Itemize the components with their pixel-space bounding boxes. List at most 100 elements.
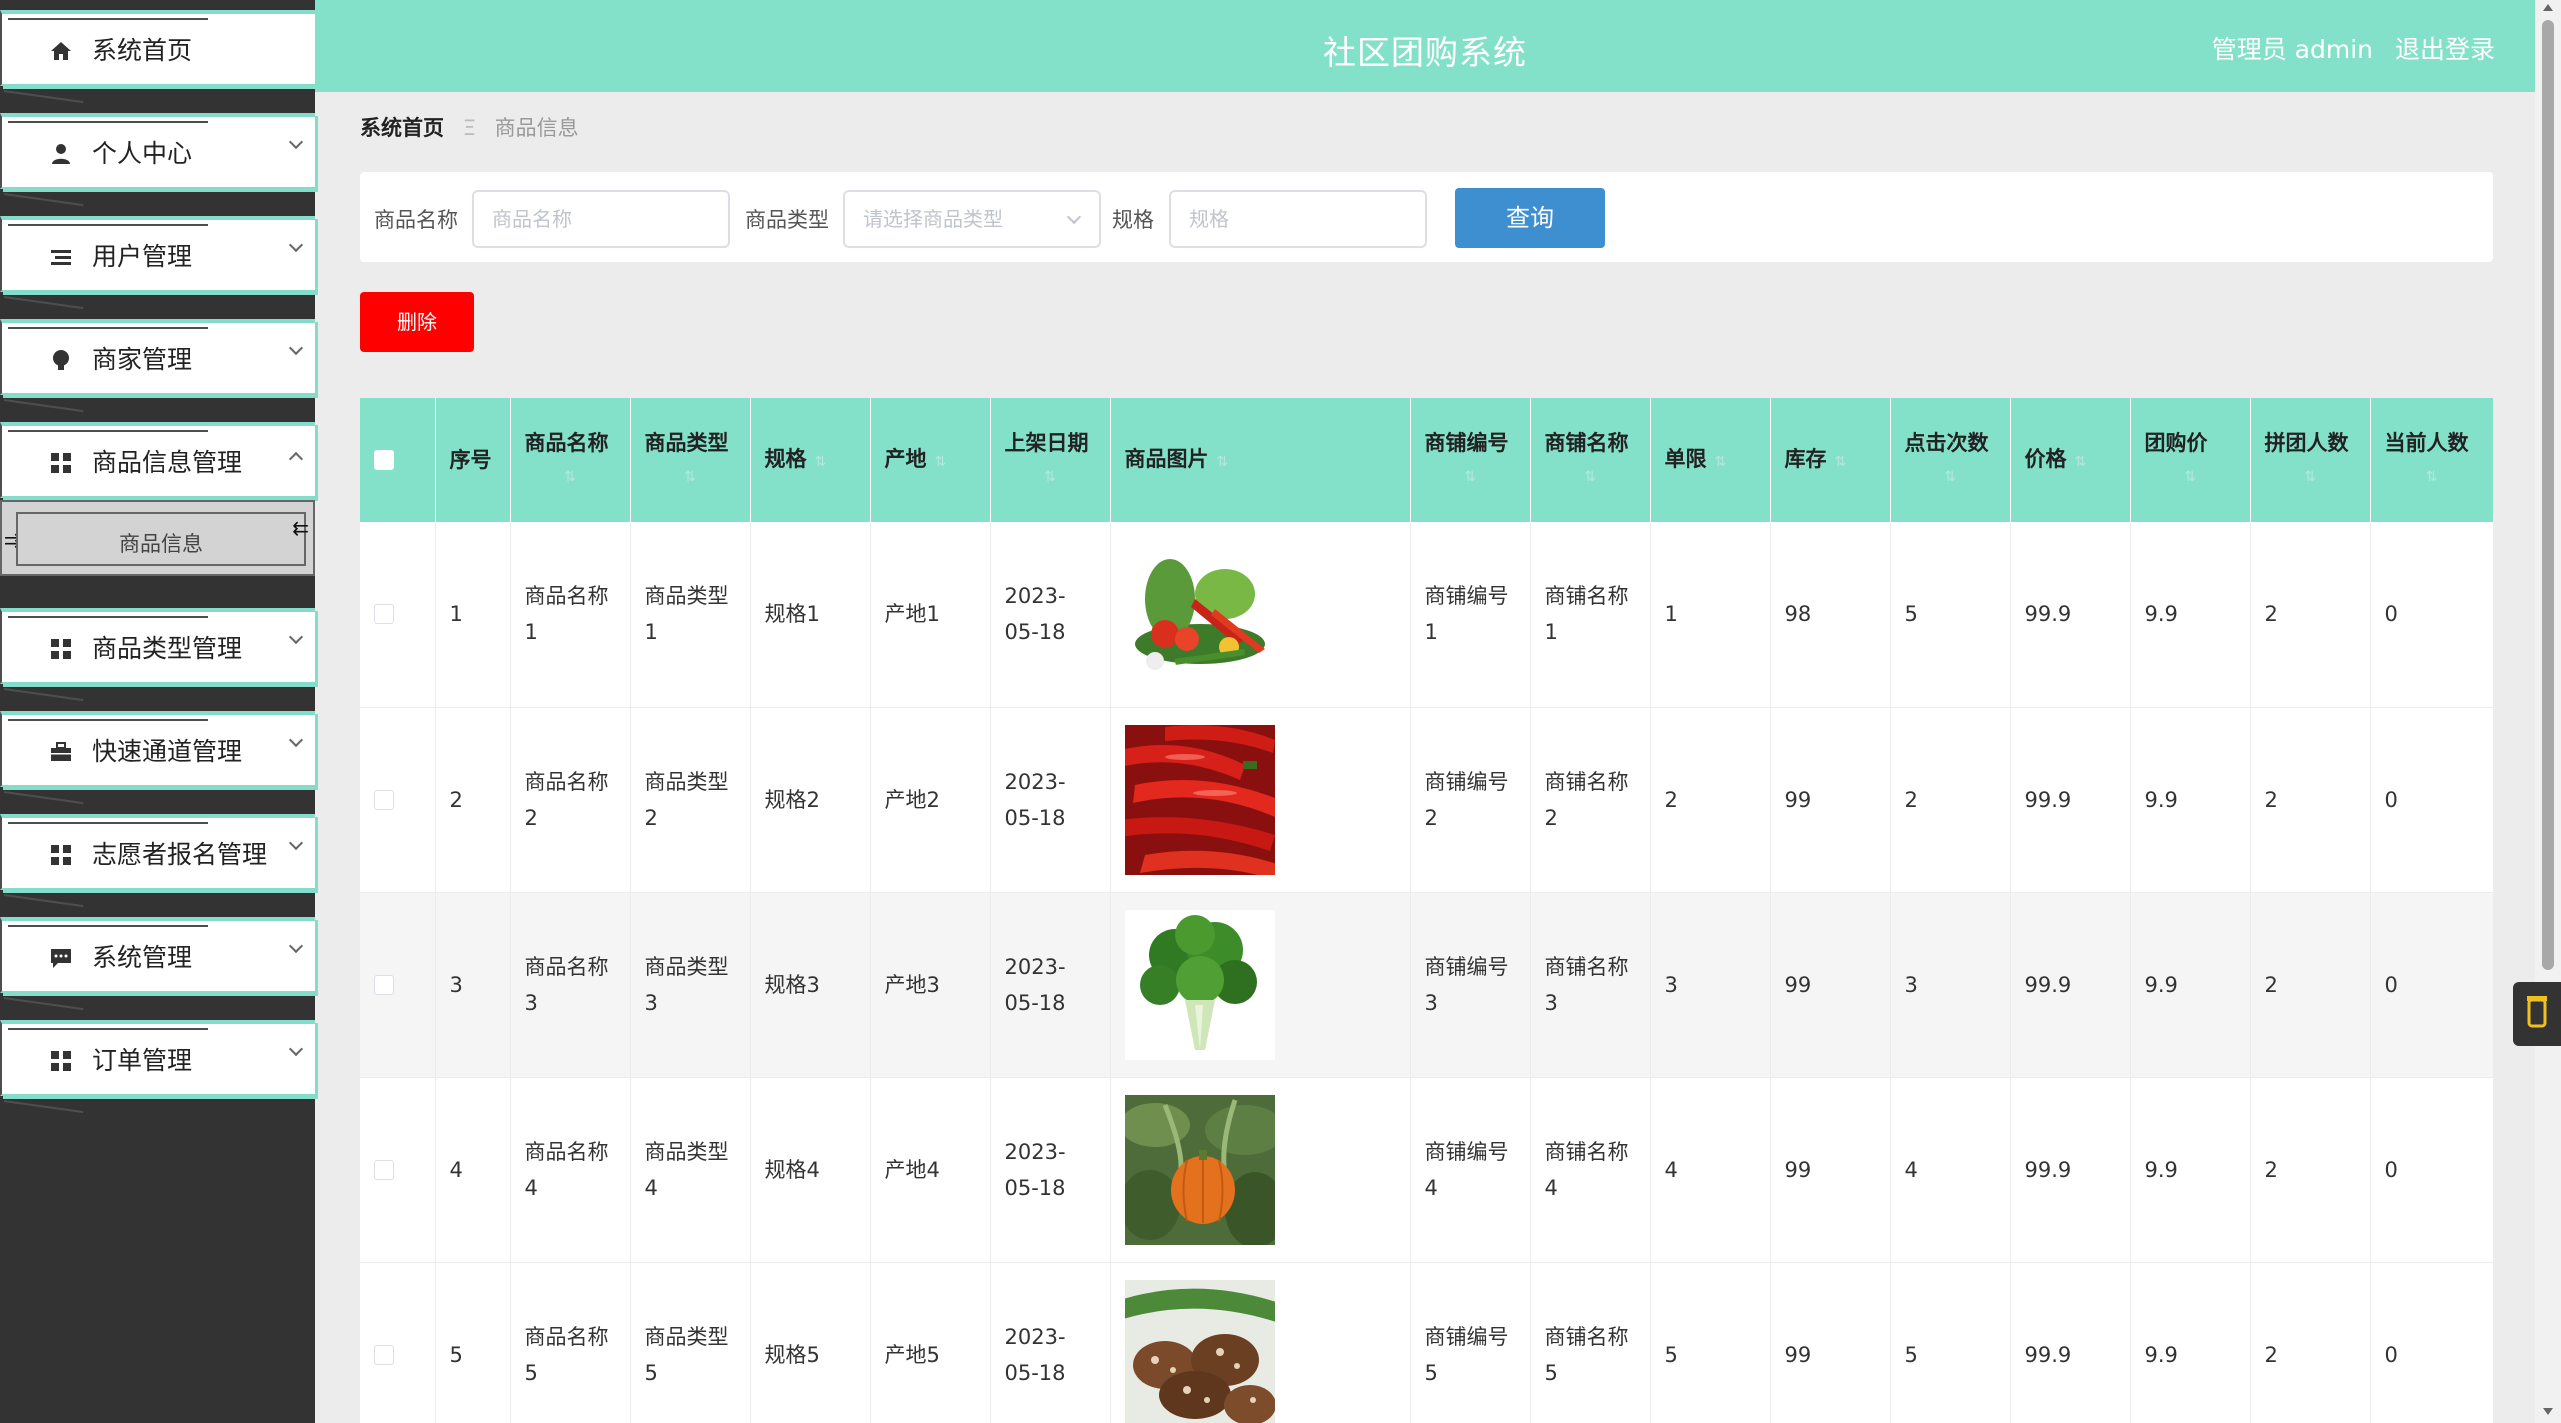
submenu-item-frame: 商品信息 <box>16 512 306 566</box>
red-peppers-image[interactable] <box>1124 724 1275 875</box>
col-header-group-price[interactable]: 团购价 ⇅ <box>2130 398 2251 522</box>
col-header-label: 价格 <box>2024 446 2067 471</box>
col-header-label: 库存 <box>1784 446 1827 471</box>
sidebar-item-system-management[interactable]: 系统管理 <box>0 917 315 993</box>
submenu-product-info[interactable]: ⇉ 商品信息 ⇇ <box>0 500 315 576</box>
cell-shop-no: 商铺编号1 <box>1410 522 1531 708</box>
cell-current: 0 <box>2370 892 2493 1078</box>
product-type-placeholder: 请选择商品类型 <box>863 207 1003 231</box>
row-checkbox[interactable] <box>374 1159 394 1180</box>
cell-limit: 5 <box>1650 1262 1771 1423</box>
col-header-stock[interactable]: 库存 ⇅ <box>1770 398 1891 522</box>
col-header-price[interactable]: 价格 ⇅ <box>2010 398 2131 522</box>
row-select-cell <box>360 707 436 893</box>
home-icon <box>50 40 72 62</box>
sort-icon[interactable]: ⇅ <box>1715 454 1727 470</box>
pumpkin-image[interactable] <box>1124 1094 1275 1245</box>
product-type-select[interactable]: 请选择商品类型 <box>843 190 1101 248</box>
cell-spec: 规格3 <box>750 892 871 1078</box>
sort-icon[interactable]: ⇅ <box>1425 460 1516 494</box>
vegetables-image[interactable] <box>1124 539 1275 690</box>
sort-icon[interactable]: ⇅ <box>645 460 736 494</box>
sort-icon[interactable]: ⇅ <box>2265 460 2356 494</box>
row-checkbox[interactable] <box>374 1344 394 1365</box>
row-select-cell <box>360 1262 436 1423</box>
sort-icon[interactable]: ⇅ <box>2385 460 2479 494</box>
sort-icon[interactable]: ⇅ <box>1545 460 1636 494</box>
sidebar-item-product-type-management[interactable]: 商品类型管理 <box>0 608 315 684</box>
top-header: 社区团购系统 管理员 admin 退出登录 <box>315 0 2535 92</box>
sidebar-item-user-management[interactable]: 用户管理 <box>0 216 315 292</box>
table-row[interactable]: 1 商品名称1 商品类型1 规格1 产地1 2023-05-18 商铺编号1 商… <box>360 522 2493 708</box>
breadcrumb-home[interactable]: 系统首页 <box>360 116 444 140</box>
scroll-up-arrow-icon[interactable] <box>2543 4 2553 11</box>
cell-date: 2023-05-18 <box>990 1262 1111 1423</box>
cell-price: 99.9 <box>2010 1077 2131 1263</box>
cell-spec: 规格4 <box>750 1077 871 1263</box>
user-icon <box>50 143 72 165</box>
leafy-greens-image[interactable] <box>1124 909 1275 1060</box>
row-checkbox[interactable] <box>374 604 394 625</box>
select-all-checkbox[interactable] <box>374 450 394 470</box>
product-name-input[interactable]: 商品名称 <box>472 190 730 248</box>
sort-icon[interactable]: ⇅ <box>1835 454 1847 470</box>
sidebar-item-personal-center[interactable]: 个人中心 <box>0 113 315 189</box>
sidebar-item-product-info-management[interactable]: 商品信息管理 <box>0 422 315 498</box>
chevron-down-icon <box>1066 209 1082 225</box>
sort-icon[interactable]: ⇅ <box>1217 454 1229 470</box>
cell-no: 1 <box>435 522 511 708</box>
row-checkbox[interactable] <box>374 974 394 995</box>
sidebar-item-home[interactable]: 系统首页 <box>0 10 315 86</box>
spec-input[interactable]: 规格 <box>1169 190 1427 248</box>
cell-group-price: 9.9 <box>2130 1077 2251 1263</box>
scroll-down-arrow-icon[interactable] <box>2543 1408 2553 1415</box>
cell-image <box>1110 522 1411 708</box>
sort-icon[interactable]: ⇅ <box>2075 454 2087 470</box>
col-header-limit[interactable]: 单限 ⇅ <box>1650 398 1771 522</box>
logout-link[interactable]: 退出登录 <box>2395 30 2495 66</box>
cell-price: 99.9 <box>2010 707 2131 893</box>
col-header-current[interactable]: 当前人数 ⇅ <box>2370 398 2493 522</box>
sort-icon[interactable]: ⇅ <box>815 454 827 470</box>
sort-icon[interactable]: ⇅ <box>2145 460 2236 494</box>
sidebar-item-express-channel-management[interactable]: 快速通道管理 <box>0 711 315 787</box>
sidebar-item-merchant-management[interactable]: 商家管理 <box>0 319 315 395</box>
scrollbar-thumb[interactable] <box>2542 20 2554 970</box>
cell-group-price: 9.9 <box>2130 1262 2251 1423</box>
chevron-down-icon <box>288 938 304 954</box>
row-checkbox[interactable] <box>374 789 394 810</box>
col-header-label: 产地 <box>884 446 927 471</box>
table-row[interactable]: 3 商品名称3 商品类型3 规格3 产地3 2023-05-18 商铺编号3 商… <box>360 892 2493 1078</box>
col-header-spec[interactable]: 规格 ⇅ <box>750 398 871 522</box>
col-header-origin[interactable]: 产地 ⇅ <box>870 398 991 522</box>
table-row[interactable]: 5 商品名称5 商品类型5 规格5 产地5 2023-05-18 商铺编号5 商… <box>360 1262 2493 1423</box>
cell-spec: 规格5 <box>750 1262 871 1423</box>
query-button[interactable]: 查询 <box>1455 188 1605 248</box>
sidebar-item-order-management[interactable]: 订单管理 <box>0 1020 315 1096</box>
col-header-name[interactable]: 商品名称 ⇅ <box>510 398 631 522</box>
col-header-group-size[interactable]: 拼团人数 ⇅ <box>2250 398 2371 522</box>
cell-origin: 产地3 <box>870 892 991 1078</box>
page-scrollbar[interactable] <box>2535 0 2561 1423</box>
col-header-type[interactable]: 商品类型 ⇅ <box>630 398 751 522</box>
table-row[interactable]: 2 商品名称2 商品类型2 规格2 产地2 2023-05-18 商铺编号2 商… <box>360 707 2493 893</box>
cell-stock: 98 <box>1770 522 1891 708</box>
col-header-date[interactable]: 上架日期 ⇅ <box>990 398 1111 522</box>
table-row[interactable]: 4 商品名称4 商品类型4 规格4 产地4 2023-05-18 商铺编号4 商… <box>360 1077 2493 1263</box>
cell-group-size: 2 <box>2250 707 2371 893</box>
col-header-shop-no[interactable]: 商铺编号 ⇅ <box>1410 398 1531 522</box>
col-header-shop-name[interactable]: 商铺名称 ⇅ <box>1530 398 1651 522</box>
sort-icon[interactable]: ⇅ <box>935 454 947 470</box>
mushrooms-image[interactable] <box>1124 1279 1275 1423</box>
cell-origin: 产地1 <box>870 522 991 708</box>
delete-button[interactable]: 删除 <box>360 292 474 352</box>
col-header-image[interactable]: 商品图片 ⇅ <box>1110 398 1411 522</box>
sort-icon[interactable]: ⇅ <box>525 460 616 494</box>
sidebar-item-volunteer-management[interactable]: 志愿者报名管理 <box>0 814 315 890</box>
col-header-no[interactable]: 序号 <box>435 398 511 522</box>
app-title: 社区团购系统 <box>1323 33 1527 72</box>
floating-tool-widget[interactable] <box>2513 982 2561 1046</box>
sort-icon[interactable]: ⇅ <box>1905 460 1996 494</box>
col-header-clicks[interactable]: 点击次数 ⇅ <box>1890 398 2011 522</box>
sort-icon[interactable]: ⇅ <box>1005 460 1096 494</box>
